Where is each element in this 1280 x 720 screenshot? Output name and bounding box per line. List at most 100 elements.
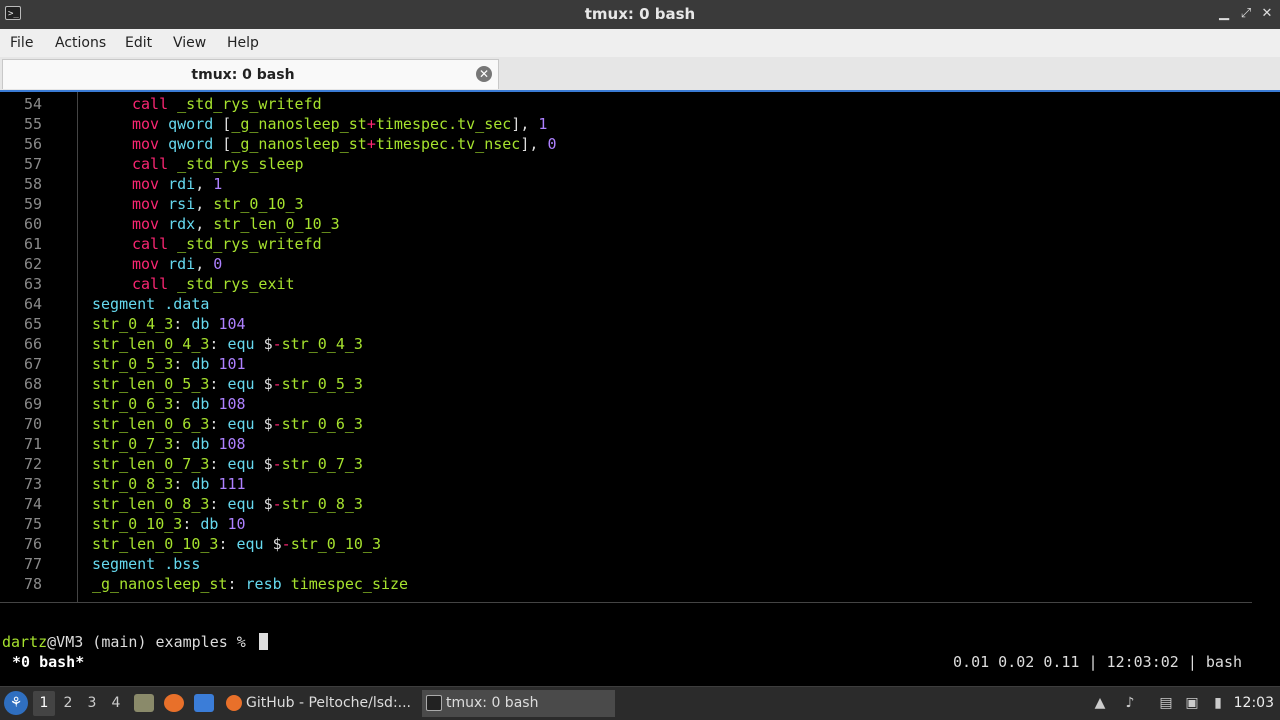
code-line: 61 call _std_rys_writefd: [0, 234, 322, 254]
line-number: 76: [23, 535, 42, 553]
code-token: str_0_10_3: [213, 195, 304, 213]
menu-actions[interactable]: Actions: [55, 29, 106, 57]
tmux-window-list[interactable]: *0 bash*: [12, 652, 84, 672]
code-text: str_len_0_10_3: equ $-str_0_10_3: [92, 534, 381, 554]
code-token: str_len_0_6_3: [92, 415, 210, 433]
code-line: 63 call _std_rys_exit: [0, 274, 295, 294]
code-line: 64 segment .data: [0, 294, 209, 314]
close-window-button[interactable]: ✕: [1259, 6, 1275, 22]
code-token: :: [209, 495, 228, 513]
code-token: mov: [132, 115, 160, 133]
code-line: 75 str_0_10_3: db 10: [0, 514, 246, 534]
code-token: str_0_8_3: [281, 495, 363, 513]
code-token: str_len_0_5_3: [92, 375, 210, 393]
line-number: 58: [23, 175, 42, 193]
code-token: str_0_6_3: [92, 395, 174, 413]
volume-icon[interactable]: ♪: [1120, 693, 1140, 713]
menu-file[interactable]: File: [10, 29, 33, 57]
tmux-status-info: 0.01 0.02 0.11 | 12:03:02 | bash: [953, 653, 1242, 671]
window-titlebar: >_ tmux: 0 bash ▁ ⤢ ✕: [0, 0, 1280, 29]
file-manager-icon[interactable]: [134, 694, 154, 712]
minimize-button[interactable]: ▁: [1216, 6, 1232, 22]
code-token: ],: [520, 135, 548, 153]
line-number: 70: [23, 415, 42, 433]
code-line: 69 str_0_6_3: db 108: [0, 394, 246, 414]
tab-tmux[interactable]: tmux: 0 bash ✕: [2, 59, 499, 89]
code-line: 54 call _std_rys_writefd: [0, 94, 322, 114]
code-token: -: [272, 415, 282, 433]
code-text: mov rdi, 1: [132, 174, 222, 194]
menu-help[interactable]: Help: [227, 29, 259, 57]
code-token: :: [173, 315, 192, 333]
close-icon[interactable]: ✕: [476, 66, 492, 82]
code-token: _g_nanosleep_st: [92, 575, 228, 593]
code-token: resb: [245, 575, 282, 593]
desktop-icon[interactable]: [194, 694, 214, 712]
code-token: equ: [227, 335, 255, 353]
code-token: [: [213, 115, 232, 133]
code-line: 77 segment .bss: [0, 554, 200, 574]
menu-view[interactable]: View: [173, 29, 206, 57]
workspace-1[interactable]: 1: [33, 691, 55, 716]
window-title: tmux: 0 bash: [584, 5, 696, 23]
code-text: mov rdi, 0: [132, 254, 222, 274]
code-token: +: [366, 115, 376, 133]
code-line: 55 mov qword [_g_nanosleep_st+timespec.tv…: [0, 114, 548, 134]
terminal-icon: [426, 695, 442, 711]
network-icon[interactable]: ▲: [1090, 693, 1110, 713]
code-text: mov rdx, str_len_0_10_3: [132, 214, 340, 234]
code-token: str_0_7_3: [92, 435, 174, 453]
start-menu-icon[interactable]: ⚘: [4, 691, 28, 715]
code-text: mov qword [_g_nanosleep_st+timespec.tv_s…: [132, 114, 547, 134]
code-token: :: [209, 335, 228, 353]
code-token: :: [173, 475, 192, 493]
code-token: equ: [227, 375, 255, 393]
battery-icon[interactable]: ▮: [1208, 693, 1228, 713]
clock[interactable]: 12:03: [1234, 687, 1274, 720]
code-text: str_0_10_3: db 10: [92, 514, 246, 534]
code-token: 0: [213, 255, 223, 273]
code-text: str_len_0_7_3: equ $-str_0_7_3: [92, 454, 363, 474]
line-number: 64: [23, 295, 42, 313]
taskbar: ⚘ 1 2 3 4 GitHub - Peltoche/lsd:... tmux…: [0, 686, 1280, 720]
clipboard-icon[interactable]: ▤: [1156, 693, 1176, 713]
code-token: 10: [227, 515, 246, 533]
workspace-2[interactable]: 2: [57, 691, 79, 716]
code-token: 108: [218, 395, 246, 413]
firefox-icon[interactable]: [164, 694, 184, 712]
code-line: 71 str_0_7_3: db 108: [0, 434, 246, 454]
code-line: 57 call _std_rys_sleep: [0, 154, 304, 174]
code-token: :: [173, 395, 192, 413]
task-firefox[interactable]: GitHub - Peltoche/lsd:...: [222, 690, 418, 717]
code-text: call _std_rys_exit: [132, 274, 295, 294]
line-number: 59: [23, 195, 42, 213]
task-terminal[interactable]: tmux: 0 bash: [422, 690, 615, 717]
code-token: 104: [218, 315, 246, 333]
line-number: 71: [23, 435, 42, 453]
code-line: 68 str_len_0_5_3: equ $-str_0_5_3: [0, 374, 363, 394]
menu-bar: File Actions Edit View Help: [0, 29, 1280, 58]
code-token: -: [281, 535, 291, 553]
code-token: call: [132, 275, 169, 293]
shell-prompt[interactable]: dartz@VM3 (main) examples %: [2, 632, 268, 652]
line-number: 67: [23, 355, 42, 373]
display-icon[interactable]: ▣: [1182, 693, 1202, 713]
terminal-view[interactable]: 54 call _std_rys_writefd 55 mov qword [_g_n…: [0, 90, 1280, 686]
code-token: str_0_7_3: [281, 455, 363, 473]
workspace-3[interactable]: 3: [81, 691, 103, 716]
code-token: _std_rys_writefd: [177, 235, 322, 253]
code-token: +: [366, 135, 376, 153]
code-text: call _std_rys_writefd: [132, 234, 322, 254]
menu-edit[interactable]: Edit: [125, 29, 152, 57]
code-token: $: [263, 535, 282, 553]
code-token: $: [254, 455, 273, 473]
line-number: 75: [23, 515, 42, 533]
workspace-4[interactable]: 4: [105, 691, 127, 716]
maximize-button[interactable]: ⤢: [1238, 6, 1254, 22]
